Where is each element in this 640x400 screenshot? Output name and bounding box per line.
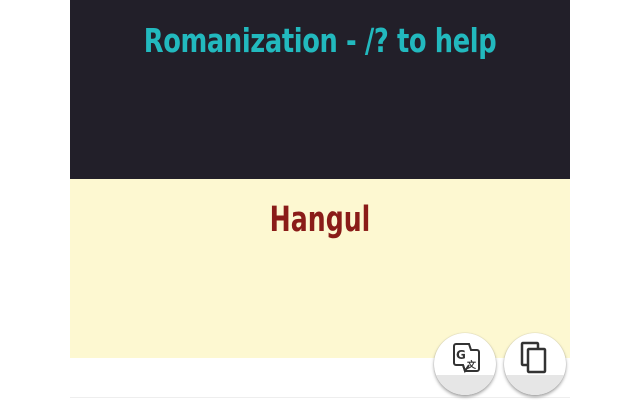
google-translate-icon: G 文 (453, 343, 480, 374)
svg-text:G: G (456, 348, 466, 362)
hangul-label: Hangul (269, 200, 371, 240)
translate-button[interactable]: G 文 (434, 333, 496, 395)
romanization-input-panel[interactable]: Romanization - /? to help (70, 0, 570, 179)
copy-button[interactable] (504, 333, 566, 395)
app-frame: Romanization - /? to help Hangul (70, 0, 570, 400)
copy-icon (520, 341, 547, 374)
svg-text:文: 文 (466, 359, 477, 371)
romanization-title: Romanization - /? to help (143, 21, 497, 60)
divider (70, 397, 570, 398)
